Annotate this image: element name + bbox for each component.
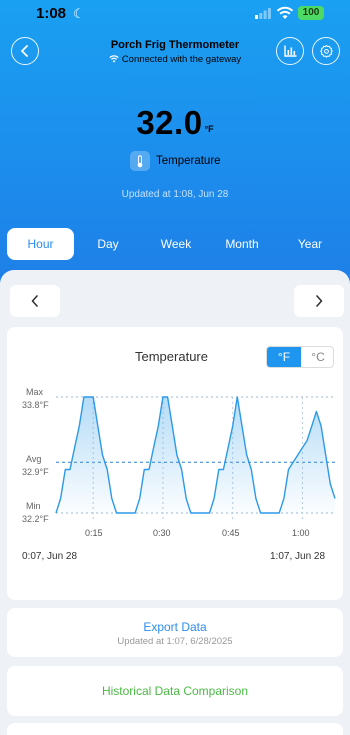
chart-title: Temperature xyxy=(135,349,208,364)
tab-week[interactable]: Week xyxy=(146,228,206,260)
chevron-right-icon xyxy=(316,295,323,307)
bar-chart-icon xyxy=(283,45,296,57)
unit-fahrenheit-button[interactable]: °F xyxy=(267,347,301,367)
export-data-button[interactable]: Export Data xyxy=(0,620,350,634)
temperature-value: 32.0 xyxy=(136,104,203,141)
chevron-left-icon xyxy=(21,45,28,57)
chevron-left-icon xyxy=(31,295,38,307)
settings-button[interactable] xyxy=(312,37,340,65)
battery-indicator: 100 xyxy=(298,6,324,20)
connection-status: Connected with the gateway xyxy=(60,54,290,65)
tab-hour[interactable]: Hour xyxy=(7,228,74,260)
current-reading: 32.0 °F xyxy=(0,104,350,142)
x-tick-label: 0:15 xyxy=(85,528,103,538)
unit-celsius-button[interactable]: °C xyxy=(301,347,335,367)
wifi-icon xyxy=(276,6,294,19)
unit-toggle: °F °C xyxy=(266,346,334,368)
time-range-tabs: Hour Day Week Month Year xyxy=(0,228,350,260)
back-button[interactable] xyxy=(11,37,39,65)
status-bar: 1:08 ☾ 100 xyxy=(0,0,350,28)
tab-month[interactable]: Month xyxy=(212,228,272,260)
temperature-chart xyxy=(55,396,336,519)
signal-icon xyxy=(255,8,271,19)
statistics-button[interactable] xyxy=(276,37,304,65)
metric-label: Temperature xyxy=(130,151,221,171)
x-tick-label: 0:45 xyxy=(222,528,240,538)
thermometer-icon xyxy=(130,151,150,171)
connection-text: Connected with the gateway xyxy=(121,54,242,65)
temperature-area xyxy=(56,397,335,513)
device-title: Porch Frig Thermometer xyxy=(110,39,240,51)
temperature-unit: °F xyxy=(204,124,214,134)
x-tick-label: 1:00 xyxy=(292,528,310,538)
historical-comparison-button[interactable]: Historical Data Comparison xyxy=(0,684,350,698)
gear-icon xyxy=(319,44,333,58)
moon-icon: ☾ xyxy=(73,6,85,21)
x-tick-label: 0:30 xyxy=(153,528,171,538)
previous-period-button[interactable] xyxy=(10,285,60,317)
metric-name: Temperature xyxy=(156,155,221,167)
range-start: 0:07, Jun 28 xyxy=(22,551,78,562)
more-card xyxy=(7,723,343,735)
updated-time: Updated at 1:08, Jun 28 xyxy=(121,189,229,200)
tab-year[interactable]: Year xyxy=(280,228,340,260)
status-time: 1:08 xyxy=(36,5,67,22)
next-period-button[interactable] xyxy=(294,285,344,317)
export-updated-time: Updated at 1:07, 6/28/2025 xyxy=(117,636,233,647)
wifi-icon xyxy=(109,55,119,63)
tab-day[interactable]: Day xyxy=(78,228,138,260)
range-end: 1:07, Jun 28 xyxy=(270,551,326,562)
